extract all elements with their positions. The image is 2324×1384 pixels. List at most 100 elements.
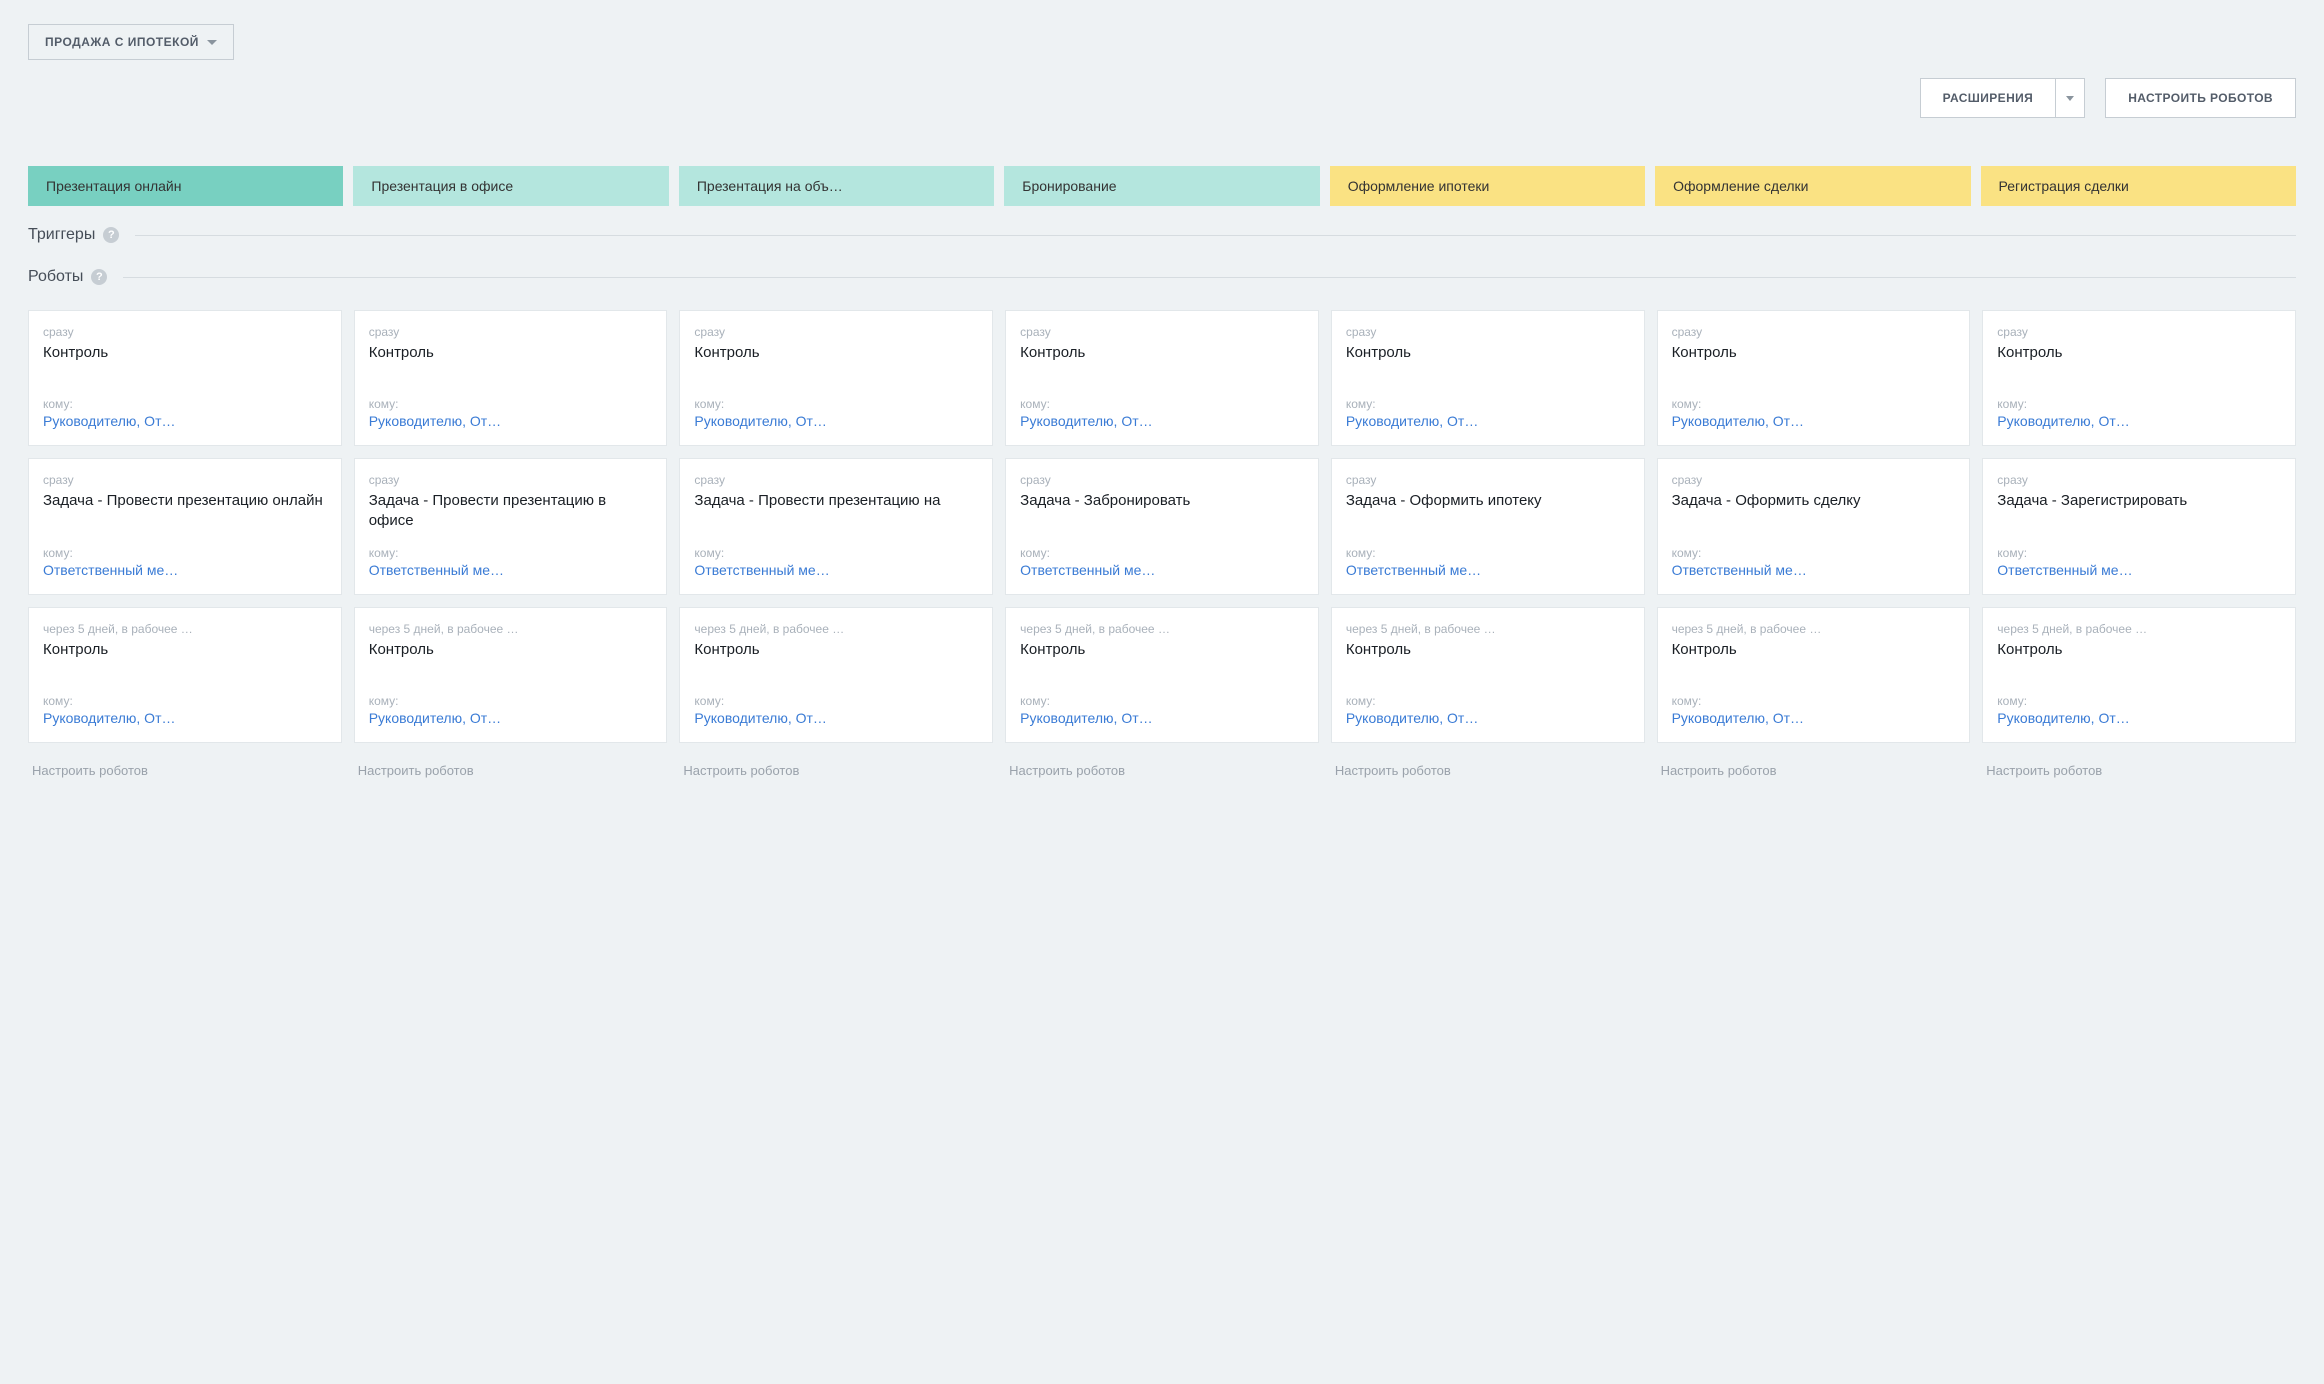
robot-to-value: Руководителю, От… [1020, 413, 1304, 429]
configure-robots-button[interactable]: НАСТРОИТЬ РОБОТОВ [2105, 78, 2296, 118]
robot-card[interactable]: сразуКонтролькому:Руководителю, От… [1005, 310, 1319, 446]
configure-row: Настроить роботов Настроить роботов Настро… [28, 755, 2296, 786]
configure-robots-link[interactable]: Настроить роботов [1982, 755, 2296, 786]
robot-title: Контроль [694, 343, 978, 363]
robot-card[interactable]: сразу Задача - Провести презентацию на ком… [679, 458, 993, 595]
robot-card[interactable]: через 5 дней, в рабочее …Контролькому:Ру… [354, 607, 668, 743]
robot-title: Задача - Провести презентацию онлайн [43, 491, 327, 511]
robot-title: Контроль [694, 640, 978, 660]
configure-robots-link[interactable]: Настроить роботов [1331, 755, 1645, 786]
stage-label: Регистрация сделки [1999, 178, 2145, 194]
robot-card[interactable]: сразуЗадача - Оформить сделкукому:Ответс… [1657, 458, 1971, 595]
robot-title: Задача - Оформить ипотеку [1346, 491, 1630, 511]
robot-to-label: кому: [1997, 546, 2281, 560]
robots-section-header: Роботы ? [28, 268, 2296, 286]
robot-title: Задача - Забронировать [1020, 491, 1304, 511]
robot-timing: сразу [1997, 473, 2281, 487]
robots-row: сразу Контроль кому: Руководителю, От… сразу… [28, 310, 2296, 446]
robot-to-label: кому: [1997, 694, 2281, 708]
funnel-selector[interactable]: ПРОДАЖА С ИПОТЕКОЙ [28, 24, 234, 60]
robot-timing: сразу [694, 473, 978, 487]
robot-title: Контроль [43, 640, 327, 660]
robot-card[interactable]: через 5 дней, в рабочее …Контролькому:Ру… [1982, 607, 2296, 743]
robot-title: Задача - Оформить сделку [1672, 491, 1956, 511]
robot-to-label: кому: [43, 397, 327, 411]
configure-robots-link[interactable]: Настроить роботов [1005, 755, 1319, 786]
configure-robots-link[interactable]: Настроить роботов [354, 755, 668, 786]
funnel-selector-label: ПРОДАЖА С ИПОТЕКОЙ [45, 35, 199, 49]
robot-to-label: кому: [1020, 694, 1304, 708]
robot-to-value: Руководителю, От… [1997, 413, 2281, 429]
configure-robots-link[interactable]: Настроить роботов [28, 755, 342, 786]
robot-title: Контроль [1020, 343, 1304, 363]
robot-card[interactable]: сразуКонтролькому:Руководителю, От… [1331, 310, 1645, 446]
configure-robots-link[interactable]: Настроить роботов [1657, 755, 1971, 786]
help-icon[interactable]: ? [91, 269, 107, 285]
robot-title: Задача - Провести презентацию в офисе [369, 491, 653, 532]
robot-timing: через 5 дней, в рабочее … [1997, 622, 2281, 636]
robot-timing: сразу [1346, 473, 1630, 487]
robot-to-label: кому: [1346, 694, 1630, 708]
stage-item[interactable]: Презентация на объ… [679, 166, 994, 206]
stage-label: Презентация на объ… [697, 178, 859, 194]
robot-card[interactable]: сразуКонтролькому:Руководителю, От… [679, 310, 993, 446]
stage-item[interactable]: Регистрация сделки [1981, 166, 2296, 206]
robot-to-label: кому: [1672, 694, 1956, 708]
robot-card[interactable]: сразу Контроль кому: Руководителю, От… [1982, 310, 2296, 446]
robot-card[interactable]: сразуЗадача - Зарегистрироватькому:Ответ… [1982, 458, 2296, 595]
extensions-dropdown-toggle[interactable] [2055, 78, 2085, 118]
robot-to-label: кому: [694, 694, 978, 708]
robot-card[interactable]: через 5 дней, в рабочее …Контролькому:Ру… [1005, 607, 1319, 743]
robot-timing: через 5 дней, в рабочее … [1020, 622, 1304, 636]
robot-card[interactable]: через 5 дней, в рабочее …Контролькому:Ру… [1331, 607, 1645, 743]
robot-timing: сразу [1997, 325, 2281, 339]
stage-label: Презентация в офисе [371, 178, 529, 194]
robot-title: Контроль [1997, 343, 2281, 363]
stage-item[interactable]: Оформление ипотеки [1330, 166, 1645, 206]
robot-to-value: Ответственный ме… [1997, 562, 2281, 578]
robot-title: Контроль [369, 343, 653, 363]
help-icon[interactable]: ? [103, 227, 119, 243]
robot-to-value: Руководителю, От… [1346, 710, 1630, 726]
robot-card[interactable]: сразуЗадача - Провести презентацию онлай… [28, 458, 342, 595]
robot-timing: сразу [1020, 325, 1304, 339]
robot-to-label: кому: [43, 694, 327, 708]
robot-to-value: Ответственный ме… [694, 562, 978, 578]
robot-timing: сразу [43, 325, 327, 339]
chevron-down-icon [2066, 96, 2074, 101]
robot-card[interactable]: через 5 дней, в рабочее …Контролькому:Ру… [679, 607, 993, 743]
robot-to-value: Руководителю, От… [1020, 710, 1304, 726]
robots-row: через 5 дней, в рабочее … Контроль кому: Ру… [28, 607, 2296, 743]
robot-to-label: кому: [694, 546, 978, 560]
chevron-down-icon [207, 40, 217, 45]
robot-card[interactable]: сразуЗадача - Забронироватькому:Ответств… [1005, 458, 1319, 595]
stage-item[interactable]: Оформление сделки [1655, 166, 1970, 206]
robot-to-label: кому: [1997, 397, 2281, 411]
robot-title: Контроль [1997, 640, 2281, 660]
robot-card[interactable]: сразуКонтролькому:Руководителю, От… [28, 310, 342, 446]
robot-to-value: Руководителю, От… [694, 710, 978, 726]
robot-card[interactable]: сразу Задача - Провести презентацию в офи… [354, 458, 668, 595]
triggers-section-header: Триггеры ? [28, 226, 2296, 244]
configure-robots-link[interactable]: Настроить роботов [679, 755, 993, 786]
stage-item[interactable]: Бронирование [1004, 166, 1319, 206]
robot-title: Задача - Провести презентацию на [694, 491, 978, 511]
robot-timing: сразу [1020, 473, 1304, 487]
extensions-button[interactable]: РАСШИРЕНИЯ [1920, 78, 2056, 118]
robot-to-value: Руководителю, От… [1346, 413, 1630, 429]
robot-timing: через 5 дней, в рабочее … [43, 622, 327, 636]
robot-card[interactable]: сразуКонтролькому:Руководителю, От… [1657, 310, 1971, 446]
stage-item[interactable]: Презентация в офисе [353, 166, 668, 206]
stage-item[interactable]: Презентация онлайн [28, 166, 343, 206]
stage-label: Оформление ипотеки [1348, 178, 1506, 194]
robot-timing: через 5 дней, в рабочее … [369, 622, 653, 636]
robot-card[interactable]: через 5 дней, в рабочее …Контролькому:Ру… [1657, 607, 1971, 743]
robot-timing: сразу [1672, 325, 1956, 339]
robot-timing: сразу [369, 473, 653, 487]
robot-card[interactable]: сразуКонтролькому:Руководителю, От… [354, 310, 668, 446]
triggers-label: Триггеры [28, 226, 95, 244]
robot-card[interactable]: через 5 дней, в рабочее …Контролькому:Ру… [28, 607, 342, 743]
robot-title: Контроль [1672, 640, 1956, 660]
robot-card[interactable]: сразуЗадача - Оформить ипотекукому:Ответ… [1331, 458, 1645, 595]
robot-timing: через 5 дней, в рабочее … [1346, 622, 1630, 636]
